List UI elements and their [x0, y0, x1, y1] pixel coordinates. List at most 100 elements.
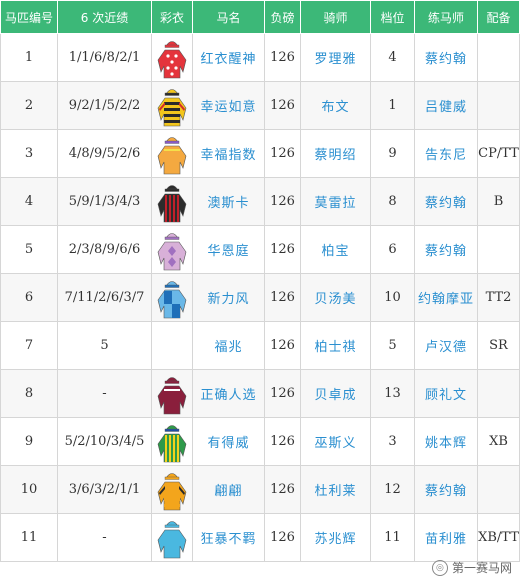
cell-recent-form: 5 [57, 321, 152, 370]
cell-draw: 3 [370, 417, 415, 466]
cell-horse-no: 10 [0, 465, 58, 514]
cell-trainer[interactable]: 顾礼文 [414, 369, 478, 418]
cell-horse-no: 2 [0, 81, 58, 130]
cell-jockey[interactable]: 柏士祺 [300, 321, 371, 370]
cell-recent-form: 3/6/3/2/1/1 [57, 465, 152, 514]
cell-horse-name[interactable]: 正确人选 [192, 369, 265, 418]
cell-jockey[interactable]: 巫斯义 [300, 417, 371, 466]
cell-trainer[interactable]: 姚本辉 [414, 417, 478, 466]
header-draw: 档位 [370, 0, 415, 34]
cell-weight: 126 [264, 465, 301, 514]
table-row: 11- 狂暴不羁 126 苏兆辉 11 苗利雅 XB/TT [0, 513, 520, 562]
jockey-silks-icon [157, 184, 187, 222]
cell-silks [151, 273, 193, 322]
cell-weight: 126 [264, 369, 301, 418]
cell-horse-name[interactable]: 幸福指数 [192, 129, 265, 178]
table-row: 7 5 福兆 126 柏士祺 5 卢汉德 SR [0, 321, 520, 370]
cell-horse-name[interactable]: 澳斯卡 [192, 177, 265, 226]
cell-gear: XB/TT [477, 513, 520, 562]
cell-gear: CP/TT [477, 129, 520, 178]
cell-trainer[interactable]: 苗利雅 [414, 513, 478, 562]
header-silks: 彩衣 [151, 0, 193, 34]
cell-trainer[interactable]: 约翰摩亚 [414, 273, 478, 322]
cell-draw: 10 [370, 273, 415, 322]
cell-silks [151, 81, 193, 130]
table-row: 8- 正确人选 126 贝卓成 13 顾礼文 [0, 369, 520, 418]
cell-draw: 4 [370, 33, 415, 82]
cell-gear [477, 225, 520, 274]
cell-weight: 126 [264, 33, 301, 82]
header-trainer: 练马师 [414, 0, 478, 34]
jockey-silks-icon [157, 136, 187, 174]
jockey-silks-icon [157, 376, 187, 414]
cell-trainer[interactable]: 告东尼 [414, 129, 478, 178]
cell-gear: XB [477, 417, 520, 466]
jockey-silks-icon [157, 472, 187, 510]
table-header-row: 马匹编号 6 次近绩 彩衣 马名 负磅 骑师 档位 练马师 配备 [0, 0, 520, 34]
cell-horse-name[interactable]: 新力风 [192, 273, 265, 322]
table-row: 6 7/11/2/6/3/7 新力风 126 贝汤美 10 约翰摩亚 TT2 [0, 273, 520, 322]
cell-recent-form: - [57, 369, 152, 418]
cell-gear [477, 33, 520, 82]
cell-horse-name[interactable]: 福兆 [192, 321, 265, 370]
cell-trainer[interactable]: 蔡约翰 [414, 33, 478, 82]
race-card-table: 马匹编号 6 次近绩 彩衣 马名 负磅 骑师 档位 练马师 配备 1 1/1/6/… [0, 0, 520, 562]
cell-recent-form: - [57, 513, 152, 562]
cell-draw: 13 [370, 369, 415, 418]
cell-trainer[interactable]: 蔡约翰 [414, 465, 478, 514]
cell-draw: 6 [370, 225, 415, 274]
cell-gear [477, 81, 520, 130]
cell-draw: 5 [370, 321, 415, 370]
cell-horse-no: 7 [0, 321, 58, 370]
header-weight: 负磅 [264, 0, 301, 34]
cell-recent-form: 4/8/9/5/2/6 [57, 129, 152, 178]
cell-jockey[interactable]: 贝汤美 [300, 273, 371, 322]
cell-horse-name[interactable]: 红衣醒神 [192, 33, 265, 82]
cell-draw: 12 [370, 465, 415, 514]
cell-draw: 9 [370, 129, 415, 178]
cell-horse-no: 1 [0, 33, 58, 82]
cell-weight: 126 [264, 513, 301, 562]
cell-weight: 126 [264, 321, 301, 370]
cell-jockey[interactable]: 柏宝 [300, 225, 371, 274]
table-row: 5 2/3/8/9/6/6 华恩庭 126 柏宝 6 蔡约翰 [0, 225, 520, 274]
cell-jockey[interactable]: 罗理雅 [300, 33, 371, 82]
cell-horse-name[interactable]: 翩翩 [192, 465, 265, 514]
cell-trainer[interactable]: 卢汉德 [414, 321, 478, 370]
cell-trainer[interactable]: 蔡约翰 [414, 177, 478, 226]
cell-jockey[interactable]: 杜利莱 [300, 465, 371, 514]
wechat-icon: ◎ [431, 559, 448, 576]
jockey-silks-icon [157, 40, 187, 78]
cell-recent-form: 2/3/8/9/6/6 [57, 225, 152, 274]
table-row: 4 5/9/1/3/4/3 澳斯卡 126 莫雷拉 8 蔡约翰 B [0, 177, 520, 226]
cell-horse-name[interactable]: 华恩庭 [192, 225, 265, 274]
cell-horse-name[interactable]: 幸运如意 [192, 81, 265, 130]
cell-silks [151, 465, 193, 514]
cell-recent-form: 9/2/1/5/2/2 [57, 81, 152, 130]
jockey-silks-icon [157, 232, 187, 270]
cell-weight: 126 [264, 177, 301, 226]
cell-weight: 126 [264, 417, 301, 466]
table-row: 10 3/6/3/2/1/1 翩翩 126 杜利莱 12 蔡约翰 [0, 465, 520, 514]
cell-jockey[interactable]: 布文 [300, 81, 371, 130]
cell-horse-no: 4 [0, 177, 58, 226]
cell-horse-name[interactable]: 狂暴不羁 [192, 513, 265, 562]
cell-jockey[interactable]: 贝卓成 [300, 369, 371, 418]
cell-weight: 126 [264, 81, 301, 130]
cell-draw: 8 [370, 177, 415, 226]
cell-silks [151, 369, 193, 418]
cell-weight: 126 [264, 129, 301, 178]
cell-jockey[interactable]: 苏兆辉 [300, 513, 371, 562]
cell-jockey[interactable]: 莫雷拉 [300, 177, 371, 226]
cell-trainer[interactable]: 蔡约翰 [414, 225, 478, 274]
header-horse-name: 马名 [192, 0, 265, 34]
cell-gear: B [477, 177, 520, 226]
cell-gear [477, 369, 520, 418]
cell-jockey[interactable]: 蔡明绍 [300, 129, 371, 178]
cell-draw: 1 [370, 81, 415, 130]
cell-horse-no: 9 [0, 417, 58, 466]
cell-weight: 126 [264, 225, 301, 274]
cell-horse-name[interactable]: 有得威 [192, 417, 265, 466]
cell-draw: 11 [370, 513, 415, 562]
cell-trainer[interactable]: 吕健威 [414, 81, 478, 130]
